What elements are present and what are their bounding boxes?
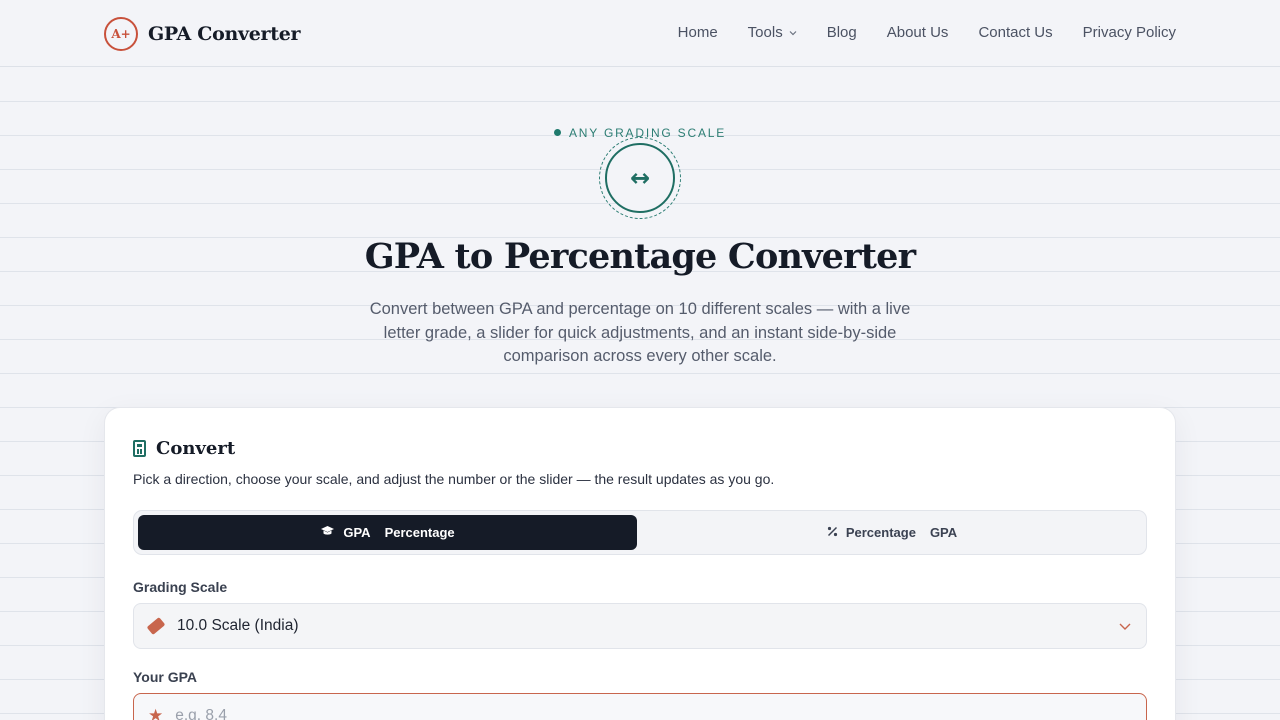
nav-tools[interactable]: Tools — [748, 24, 797, 41]
status-dot-icon — [553, 129, 561, 136]
grading-scale-label: Grading Scale — [133, 579, 228, 595]
toggle-from-label: GPA — [343, 525, 371, 540]
ruler-icon — [146, 617, 166, 635]
grading-scale-select[interactable]: 10.0 Scale (India) — [133, 603, 1147, 649]
main-nav: Home Tools Blog About Us Contact Us Priv… — [678, 24, 1176, 41]
grading-scale-value: 10.0 Scale (India) — [177, 617, 299, 634]
swap-arrows-icon: ↔ — [605, 143, 675, 213]
toggle-from-label: Percentage — [845, 525, 916, 540]
nav-about-us[interactable]: About Us — [887, 24, 949, 41]
card-title: Convert — [156, 438, 236, 459]
brand-name: GPA Converter — [148, 23, 301, 45]
gpa-input-field: ★ — [133, 693, 1147, 720]
calculator-icon — [133, 440, 146, 457]
star-icon: ★ — [148, 706, 164, 720]
percentage-to-gpa-button[interactable]: Percentage GPA — [641, 515, 1143, 550]
nav-privacy-policy[interactable]: Privacy Policy — [1083, 24, 1176, 41]
brand-logo[interactable]: A+ GPA Converter — [104, 17, 301, 51]
nav-blog[interactable]: Blog — [827, 24, 857, 41]
chevron-down-icon — [1119, 623, 1131, 630]
toggle-to-label: Percentage — [384, 525, 455, 540]
nav-home[interactable]: Home — [678, 24, 718, 41]
graduation-cap-icon — [320, 525, 335, 540]
percent-icon — [827, 526, 838, 540]
nav-contact-us[interactable]: Contact Us — [978, 24, 1052, 41]
a-plus-badge-icon: A+ — [104, 17, 138, 51]
site-header: A+ GPA Converter Home Tools Blog About U… — [0, 0, 1280, 67]
page-title: GPA to Percentage Converter — [364, 236, 916, 277]
nav-tools-label: Tools — [747, 24, 783, 41]
direction-toggle: GPA Percentage Percentage GPA — [133, 510, 1147, 555]
your-gpa-label: Your GPA — [133, 669, 198, 685]
gpa-input[interactable] — [175, 707, 1076, 720]
page-subtitle: Convert between GPA and percentage on 10… — [369, 300, 911, 365]
converter-card: Convert Pick a direction, choose your sc… — [104, 407, 1176, 720]
chevron-down-icon — [789, 30, 797, 35]
toggle-to-label: GPA — [929, 525, 958, 540]
gpa-to-percentage-button[interactable]: GPA Percentage — [138, 515, 637, 550]
card-heading: Convert — [133, 438, 235, 459]
card-description: Pick a direction, choose your scale, and… — [133, 471, 775, 487]
